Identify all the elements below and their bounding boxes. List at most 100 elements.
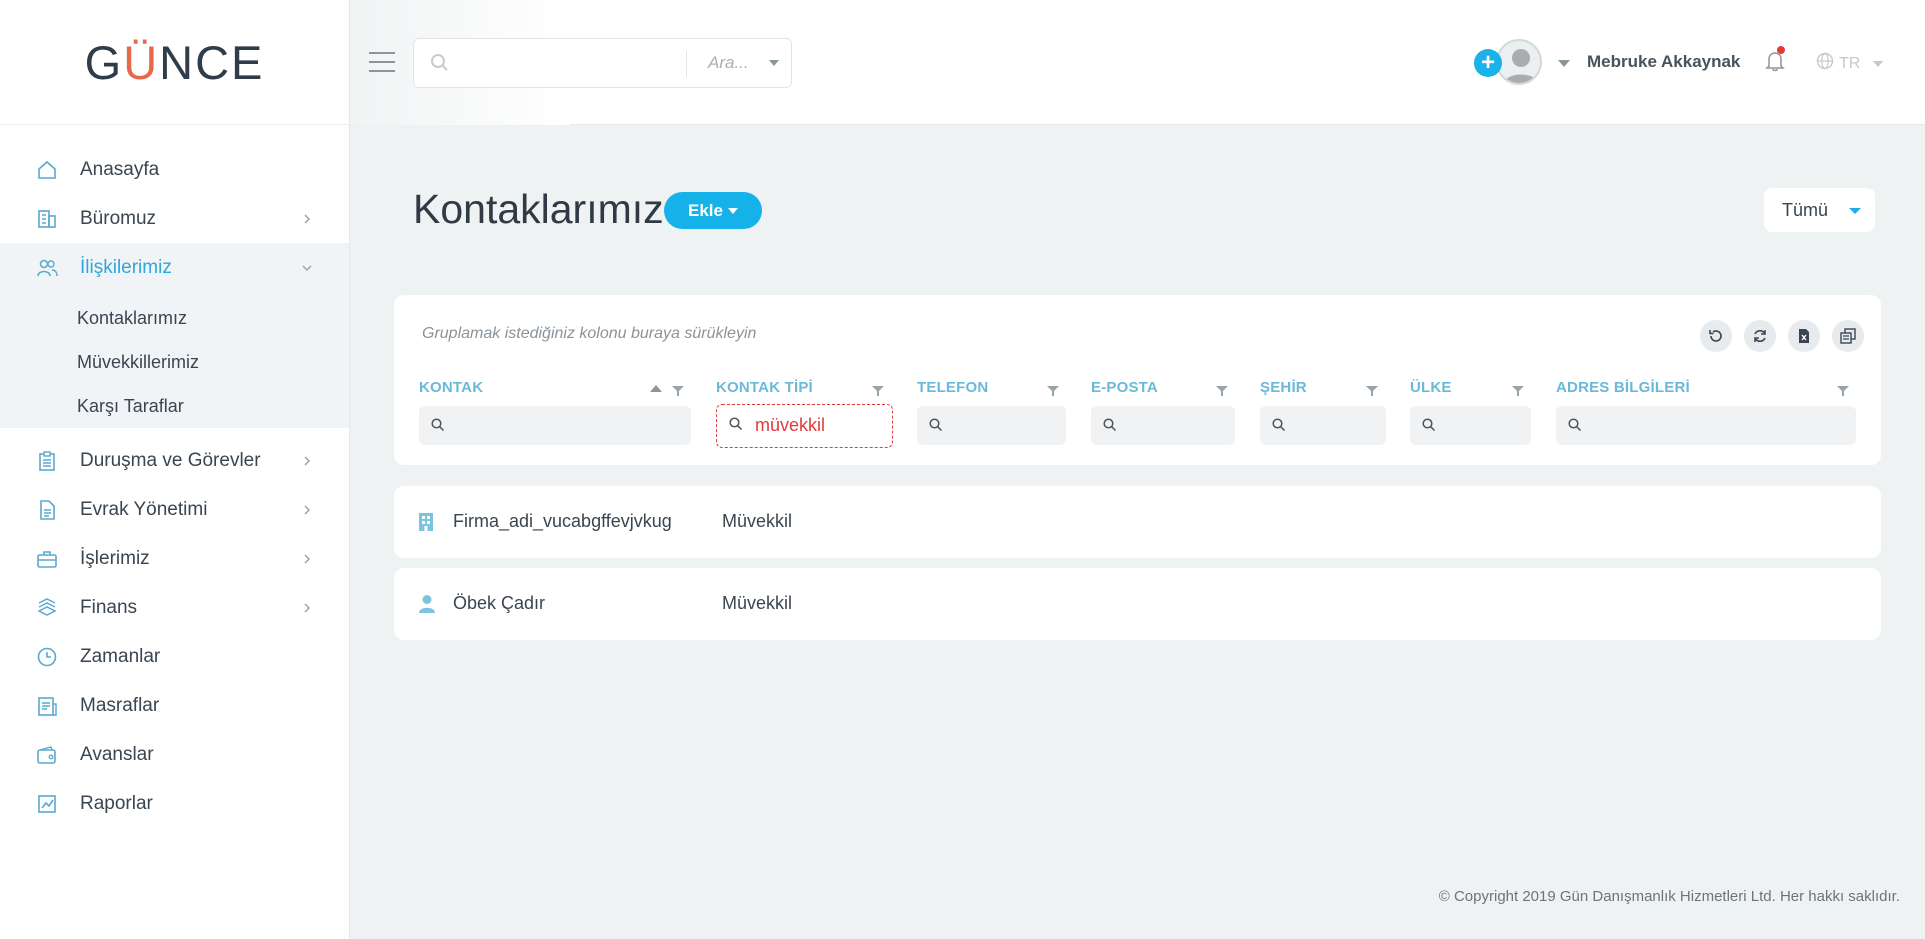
caret-down-icon <box>1873 60 1884 67</box>
search-icon <box>1568 418 1582 437</box>
caret-down-icon <box>727 207 738 214</box>
contact-filter-select[interactable]: Tümü <box>1764 188 1875 232</box>
chevron-down-icon <box>302 264 312 271</box>
search-icon <box>1272 418 1286 437</box>
sidebar-item-label: İlişkilerimiz <box>80 256 172 278</box>
money-icon <box>36 597 58 619</box>
menu-toggle-icon[interactable] <box>369 52 395 72</box>
filter-input-telefon[interactable] <box>917 406 1066 445</box>
briefcase-icon <box>36 548 58 570</box>
table-row[interactable]: Firma_adi_vucabgffevjvkug Müvekkil <box>394 486 1881 558</box>
user-name[interactable]: Mebruke Akkaynak <box>1587 52 1740 72</box>
sidebar-item-zamanlar[interactable]: Zamanlar <box>0 632 349 681</box>
chevron-right-icon <box>304 504 311 515</box>
table-row[interactable]: Öbek Çadır Müvekkil <box>394 568 1881 640</box>
column-header-ulke[interactable]: ÜLKE <box>1410 379 1452 396</box>
column-header-telefon[interactable]: TELEFON <box>917 379 988 396</box>
filter-input-kontak[interactable] <box>419 406 691 445</box>
column-header-e-posta[interactable]: E-POSTA <box>1091 379 1158 396</box>
column-header-kontak[interactable]: KONTAK <box>419 379 483 396</box>
reset-grid-button[interactable] <box>1700 320 1732 352</box>
sidebar-item-islerimiz[interactable]: İşlerimiz <box>0 534 349 583</box>
export-excel-button[interactable] <box>1788 320 1820 352</box>
quick-add-button[interactable]: + <box>1474 49 1502 77</box>
sidebar-item-label: Raporlar <box>80 792 153 814</box>
column-header-kontak-tipi[interactable]: KONTAK TİPİ <box>716 379 813 396</box>
sidebar-item-buromuz[interactable]: Büromuz <box>0 194 349 243</box>
column-header-sehir[interactable]: ŞEHİR <box>1260 379 1307 396</box>
column-chooser-button[interactable] <box>1832 320 1864 352</box>
filter-input-ulke[interactable] <box>1410 406 1531 445</box>
sidebar-subitem-kontaklarimiz[interactable]: Kontaklarımız <box>0 296 349 340</box>
receipt-icon <box>36 695 58 717</box>
sort-ascending-icon[interactable] <box>650 385 662 392</box>
logo[interactable]: GÜNCE <box>0 0 349 125</box>
chevron-right-icon <box>304 602 311 613</box>
add-button-label: Ekle <box>688 200 723 220</box>
footer-copyright: © Copyright 2019 Gün Danışmanlık Hizmetl… <box>1438 888 1900 905</box>
sidebar-item-evrak-yonetimi[interactable]: Evrak Yönetimi <box>0 485 349 534</box>
language-select[interactable]: TR <box>1816 52 1884 75</box>
filter-input-sehir[interactable] <box>1260 406 1386 445</box>
filter-icon[interactable] <box>1216 384 1228 402</box>
sidebar-item-label: Anasayfa <box>80 158 160 180</box>
column-header-adres-bilgileri[interactable]: ADRES BİLGİLERİ <box>1556 379 1690 396</box>
filter-icon[interactable] <box>1837 384 1849 402</box>
filter-input-kontak-tipi[interactable]: müvekkil <box>716 404 893 448</box>
search-icon <box>1103 418 1117 437</box>
filter-input-e-posta[interactable] <box>1091 406 1235 445</box>
search-scope-select[interactable]: Ara... <box>708 53 749 73</box>
person-icon <box>418 594 436 619</box>
users-icon <box>36 257 58 279</box>
filter-icon[interactable] <box>872 384 884 402</box>
sidebar-item-label: Finans <box>80 596 138 618</box>
sidebar-item-durusma-ve-gorevler[interactable]: Duruşma ve Görevler <box>0 436 349 485</box>
contact-filter-value: Tümü <box>1782 199 1829 220</box>
filter-value-kontak-tipi: müvekkil <box>755 415 826 435</box>
building-icon <box>418 512 434 537</box>
undo-icon <box>1709 330 1722 342</box>
sidebar-item-raporlar[interactable]: Raporlar <box>0 779 349 828</box>
sidebar-item-iliskilerimiz[interactable]: İlişkilerimiz <box>0 243 349 292</box>
add-button[interactable]: Ekle <box>664 192 762 229</box>
sidebar-item-label: Masraflar <box>80 694 160 716</box>
sidebar-group-iliskilerimiz: İlişkilerimiz Kontaklarımız Müvekkilleri… <box>0 243 349 428</box>
sidebar-item-anasayfa[interactable]: Anasayfa <box>0 145 349 194</box>
refresh-grid-button[interactable] <box>1744 320 1776 352</box>
global-search[interactable]: Ara... <box>413 38 792 88</box>
chevron-right-icon <box>304 455 311 466</box>
page-title: Kontaklarımız <box>413 186 664 232</box>
columns-icon <box>1840 328 1856 344</box>
sidebar-item-avanslar[interactable]: Avanslar <box>0 730 349 779</box>
user-menu-caret-icon[interactable] <box>1558 60 1570 67</box>
sidebar-item-masraflar[interactable]: Masraflar <box>0 681 349 730</box>
sidebar-nav: Anasayfa Büromuz İlişkilerimiz Kontaklar… <box>0 125 349 828</box>
building-icon <box>36 208 58 230</box>
avatar[interactable] <box>1496 39 1542 85</box>
caret-down-icon <box>769 60 779 66</box>
contacts-grid-header: Gruplamak istediğiniz kolonu buraya sürü… <box>394 295 1881 465</box>
document-icon <box>36 499 58 521</box>
clock-icon <box>36 646 58 668</box>
language-label: TR <box>1839 54 1861 72</box>
refresh-icon <box>1754 330 1766 342</box>
bell-icon[interactable] <box>1765 50 1785 77</box>
sidebar-item-label: İşlerimiz <box>80 547 150 569</box>
chart-icon <box>36 793 58 815</box>
filter-icon[interactable] <box>1366 384 1378 402</box>
excel-file-icon <box>1799 329 1809 343</box>
chevron-right-icon <box>304 213 311 224</box>
sidebar-subitem-muvekkillerimiz[interactable]: Müvekkillerimiz <box>0 340 349 384</box>
sidebar-item-label: Avanslar <box>80 743 154 765</box>
home-icon <box>36 159 58 181</box>
sidebar-item-finans[interactable]: Finans <box>0 583 349 632</box>
search-icon <box>729 417 743 436</box>
filter-icon[interactable] <box>1512 384 1524 402</box>
filter-icon[interactable] <box>672 384 684 402</box>
filter-input-adres-bilgileri[interactable] <box>1556 406 1856 445</box>
contact-name: Firma_adi_vucabgffevjvkug <box>453 511 672 531</box>
sidebar-subitem-karsi-taraflar[interactable]: Karşı Taraflar <box>0 384 349 428</box>
clipboard-icon <box>36 450 58 472</box>
chevron-right-icon <box>304 553 311 564</box>
filter-icon[interactable] <box>1047 384 1059 402</box>
